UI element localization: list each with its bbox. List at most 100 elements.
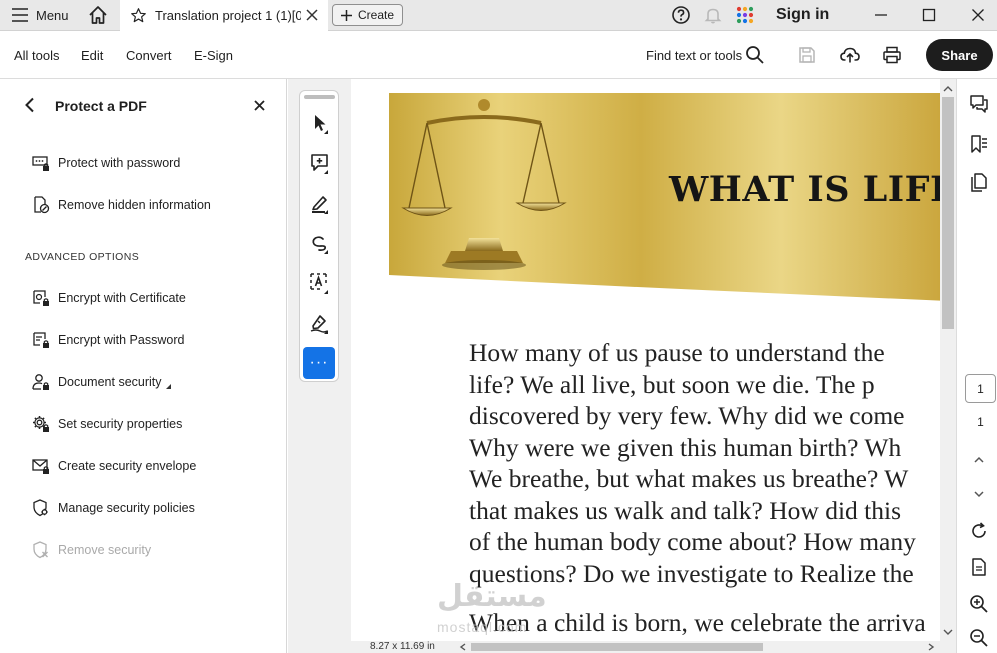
- password-lock-icon: [33, 332, 49, 348]
- menu-e-sign[interactable]: E-Sign: [194, 48, 233, 63]
- scroll-left-arrow-icon[interactable]: [457, 641, 469, 653]
- select-cursor-icon[interactable]: [308, 111, 332, 135]
- search-icon[interactable]: [745, 45, 765, 65]
- encrypt-with-certificate-item[interactable]: Encrypt with Certificate: [32, 287, 186, 309]
- document-security-item[interactable]: Document security: [32, 371, 171, 393]
- rotate-icon[interactable]: [969, 521, 989, 541]
- vertical-scrollbar[interactable]: [940, 79, 956, 653]
- text-line: life? We all live, but soon we die. The …: [469, 369, 875, 399]
- page-size-readout: 8.27 x 11.69 in: [370, 641, 435, 652]
- item-label: Encrypt with Certificate: [58, 291, 186, 305]
- close-panel-icon[interactable]: [254, 100, 265, 111]
- scroll-up-arrow-icon[interactable]: [940, 82, 956, 96]
- item-label: Encrypt with Password: [58, 333, 185, 347]
- menu-button[interactable]: Menu: [12, 5, 69, 25]
- banner-heading: WHAT IS LIFE?: [669, 169, 940, 210]
- protect-with-password-item[interactable]: Protect with password: [32, 152, 180, 174]
- close-window-icon[interactable]: [967, 4, 989, 26]
- total-pages: 1: [977, 415, 984, 429]
- print-icon[interactable]: [882, 45, 902, 65]
- text-recognition-icon[interactable]: [308, 271, 332, 295]
- comments-icon[interactable]: [969, 94, 989, 114]
- next-page-icon[interactable]: [969, 484, 989, 504]
- set-security-properties-item[interactable]: Set security properties: [32, 413, 182, 435]
- text-line: We breathe, but what makes us breathe? W: [469, 464, 909, 493]
- notification-bell-icon[interactable]: [703, 5, 723, 25]
- menu-edit[interactable]: Edit: [81, 48, 103, 63]
- sign-in-button[interactable]: Sign in: [776, 6, 829, 24]
- star-icon[interactable]: [130, 7, 147, 24]
- watermark-url: mostaql.com: [437, 619, 528, 635]
- drag-handle[interactable]: [304, 95, 335, 99]
- password-field-icon: [32, 156, 49, 171]
- home-icon[interactable]: [87, 4, 109, 26]
- gear-lock-icon: [33, 416, 49, 432]
- text-line: of the human body come about? How many: [469, 527, 916, 556]
- upload-cloud-icon[interactable]: [840, 45, 860, 65]
- minimize-icon[interactable]: [870, 4, 892, 26]
- fit-page-icon[interactable]: [969, 557, 989, 577]
- scroll-down-arrow-icon[interactable]: [940, 625, 956, 639]
- zoom-out-icon[interactable]: [969, 628, 989, 648]
- draw-freeform-icon[interactable]: [308, 231, 332, 255]
- manage-security-policies-item[interactable]: Manage security policies: [32, 497, 195, 519]
- title-bar: Menu Translation project 1 (1)[0... Crea…: [0, 0, 997, 31]
- text-line: Why were we given this human birth? Wh: [469, 432, 902, 462]
- current-page-input[interactable]: 1: [965, 374, 996, 403]
- save-icon[interactable]: [797, 45, 817, 65]
- pages-thumbnails-icon[interactable]: [969, 173, 989, 193]
- submenu-indicator-icon: [165, 383, 171, 389]
- apps-grid-icon[interactable]: [735, 5, 755, 25]
- quick-tools-strip: ···: [299, 90, 339, 382]
- item-label: Remove security: [58, 543, 152, 557]
- plus-icon: [340, 9, 352, 21]
- item-label: Remove hidden information: [58, 198, 211, 212]
- remove-hidden-icon: [34, 196, 50, 214]
- hamburger-icon: [12, 8, 28, 22]
- vertical-scroll-thumb[interactable]: [942, 97, 954, 329]
- encrypt-with-password-item[interactable]: Encrypt with Password: [32, 329, 184, 351]
- scroll-right-arrow-icon[interactable]: [925, 641, 937, 653]
- item-label: Protect with password: [58, 156, 181, 170]
- remove-hidden-information-item[interactable]: Remove hidden information: [32, 194, 211, 216]
- horizontal-scrollbar[interactable]: [351, 641, 940, 653]
- item-label: Manage security policies: [58, 501, 195, 515]
- zoom-in-icon[interactable]: [969, 594, 989, 614]
- maximize-icon[interactable]: [918, 4, 940, 26]
- text-line: that makes us walk and talk? How did thi…: [469, 495, 902, 525]
- create-security-envelope-item[interactable]: Create security envelope: [32, 455, 196, 477]
- close-tab-icon[interactable]: [306, 9, 318, 21]
- help-icon[interactable]: [671, 5, 691, 25]
- right-rail: 1 1: [956, 79, 997, 653]
- advanced-options-heading: ADVANCED OPTIONS: [25, 251, 140, 263]
- share-button[interactable]: Share: [926, 39, 993, 71]
- fill-sign-pen-icon[interactable]: [308, 311, 332, 335]
- item-label: Set security properties: [58, 417, 183, 431]
- certificate-lock-icon: [33, 290, 49, 306]
- shield-gear-icon: [33, 499, 48, 517]
- envelope-lock-icon: [32, 459, 49, 474]
- previous-page-icon[interactable]: [969, 450, 989, 470]
- create-label: Create: [357, 8, 395, 22]
- back-arrow-icon[interactable]: [22, 97, 38, 113]
- item-label: Document security: [58, 375, 162, 389]
- bookmarks-icon[interactable]: [969, 134, 989, 154]
- menu-all-tools[interactable]: All tools: [14, 48, 60, 63]
- menu-convert[interactable]: Convert: [126, 48, 172, 63]
- document-tab[interactable]: Translation project 1 (1)[0...: [120, 0, 328, 31]
- panel-title: Protect a PDF: [55, 98, 147, 114]
- create-button[interactable]: Create: [332, 4, 403, 26]
- highlight-pen-icon[interactable]: [308, 191, 332, 215]
- text-line: discovered by very few. Why did we come: [469, 401, 905, 430]
- add-comment-icon[interactable]: [308, 151, 332, 175]
- document-viewport[interactable]: WHAT IS LIFE? How many of us pause to un…: [351, 79, 940, 641]
- menu-label: Menu: [36, 7, 69, 23]
- text-line: How many of us pause to understand the: [469, 338, 885, 367]
- remove-security-item: Remove security: [32, 539, 151, 561]
- tab-title: Translation project 1 (1)[0...: [155, 8, 301, 23]
- watermark-arabic: مستقل: [437, 579, 547, 614]
- more-tools-button[interactable]: ···: [303, 347, 335, 379]
- horizontal-scroll-thumb[interactable]: [471, 643, 763, 651]
- find-text-or-tools[interactable]: Find text or tools: [646, 48, 742, 63]
- main-toolbar: All tools Edit Convert E-Sign Find text …: [0, 31, 997, 79]
